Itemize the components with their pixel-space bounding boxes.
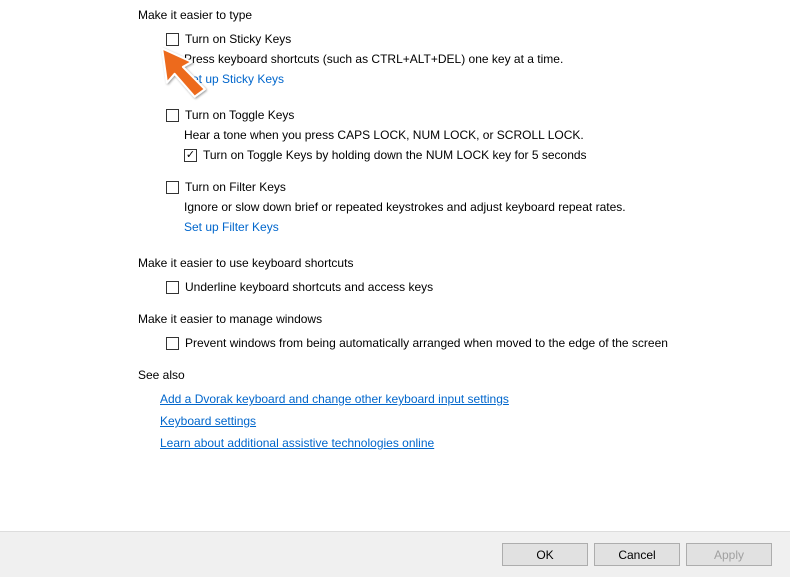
setup-filter-keys-link[interactable]: Set up Filter Keys — [184, 220, 279, 234]
windows-group: Prevent windows from being automatically… — [166, 336, 790, 350]
prevent-arrange-checkbox[interactable] — [166, 337, 179, 350]
setup-sticky-keys-link[interactable]: Set up Sticky Keys — [184, 72, 284, 86]
ok-button[interactable]: OK — [502, 543, 588, 566]
section-title-see-also: See also — [138, 368, 790, 382]
underline-shortcuts-label: Underline keyboard shortcuts and access … — [185, 280, 433, 294]
underline-shortcuts-checkbox[interactable] — [166, 281, 179, 294]
filter-keys-label: Turn on Filter Keys — [185, 180, 286, 194]
keyboard-settings-link[interactable]: Keyboard settings — [160, 414, 790, 428]
filter-keys-group: Turn on Filter Keys Ignore or slow down … — [166, 180, 790, 238]
button-bar: OK Cancel Apply — [0, 531, 790, 577]
apply-button[interactable]: Apply — [686, 543, 772, 566]
toggle-keys-group: Turn on Toggle Keys Hear a tone when you… — [166, 108, 790, 162]
sticky-keys-checkbox[interactable] — [166, 33, 179, 46]
toggle-keys-description: Hear a tone when you press CAPS LOCK, NU… — [184, 128, 790, 142]
toggle-keys-checkbox[interactable] — [166, 109, 179, 122]
cancel-button[interactable]: Cancel — [594, 543, 680, 566]
section-title-type: Make it easier to type — [138, 8, 790, 22]
prevent-arrange-label: Prevent windows from being automatically… — [185, 336, 668, 350]
assistive-tech-link[interactable]: Learn about additional assistive technol… — [160, 436, 790, 450]
section-title-shortcuts: Make it easier to use keyboard shortcuts — [138, 256, 790, 270]
dvorak-link[interactable]: Add a Dvorak keyboard and change other k… — [160, 392, 790, 406]
toggle-keys-numlock-label: Turn on Toggle Keys by holding down the … — [203, 148, 587, 162]
toggle-keys-label: Turn on Toggle Keys — [185, 108, 294, 122]
filter-keys-checkbox[interactable] — [166, 181, 179, 194]
section-title-windows: Make it easier to manage windows — [138, 312, 790, 326]
shortcuts-group: Underline keyboard shortcuts and access … — [166, 280, 790, 294]
filter-keys-description: Ignore or slow down brief or repeated ke… — [184, 200, 790, 214]
sticky-keys-description: Press keyboard shortcuts (such as CTRL+A… — [184, 52, 790, 66]
sticky-keys-group: Turn on Sticky Keys Press keyboard short… — [166, 32, 790, 90]
sticky-keys-label: Turn on Sticky Keys — [185, 32, 291, 46]
see-also-group: Add a Dvorak keyboard and change other k… — [140, 392, 790, 450]
toggle-keys-numlock-checkbox[interactable] — [184, 149, 197, 162]
settings-content: Make it easier to type Turn on Sticky Ke… — [0, 0, 790, 450]
